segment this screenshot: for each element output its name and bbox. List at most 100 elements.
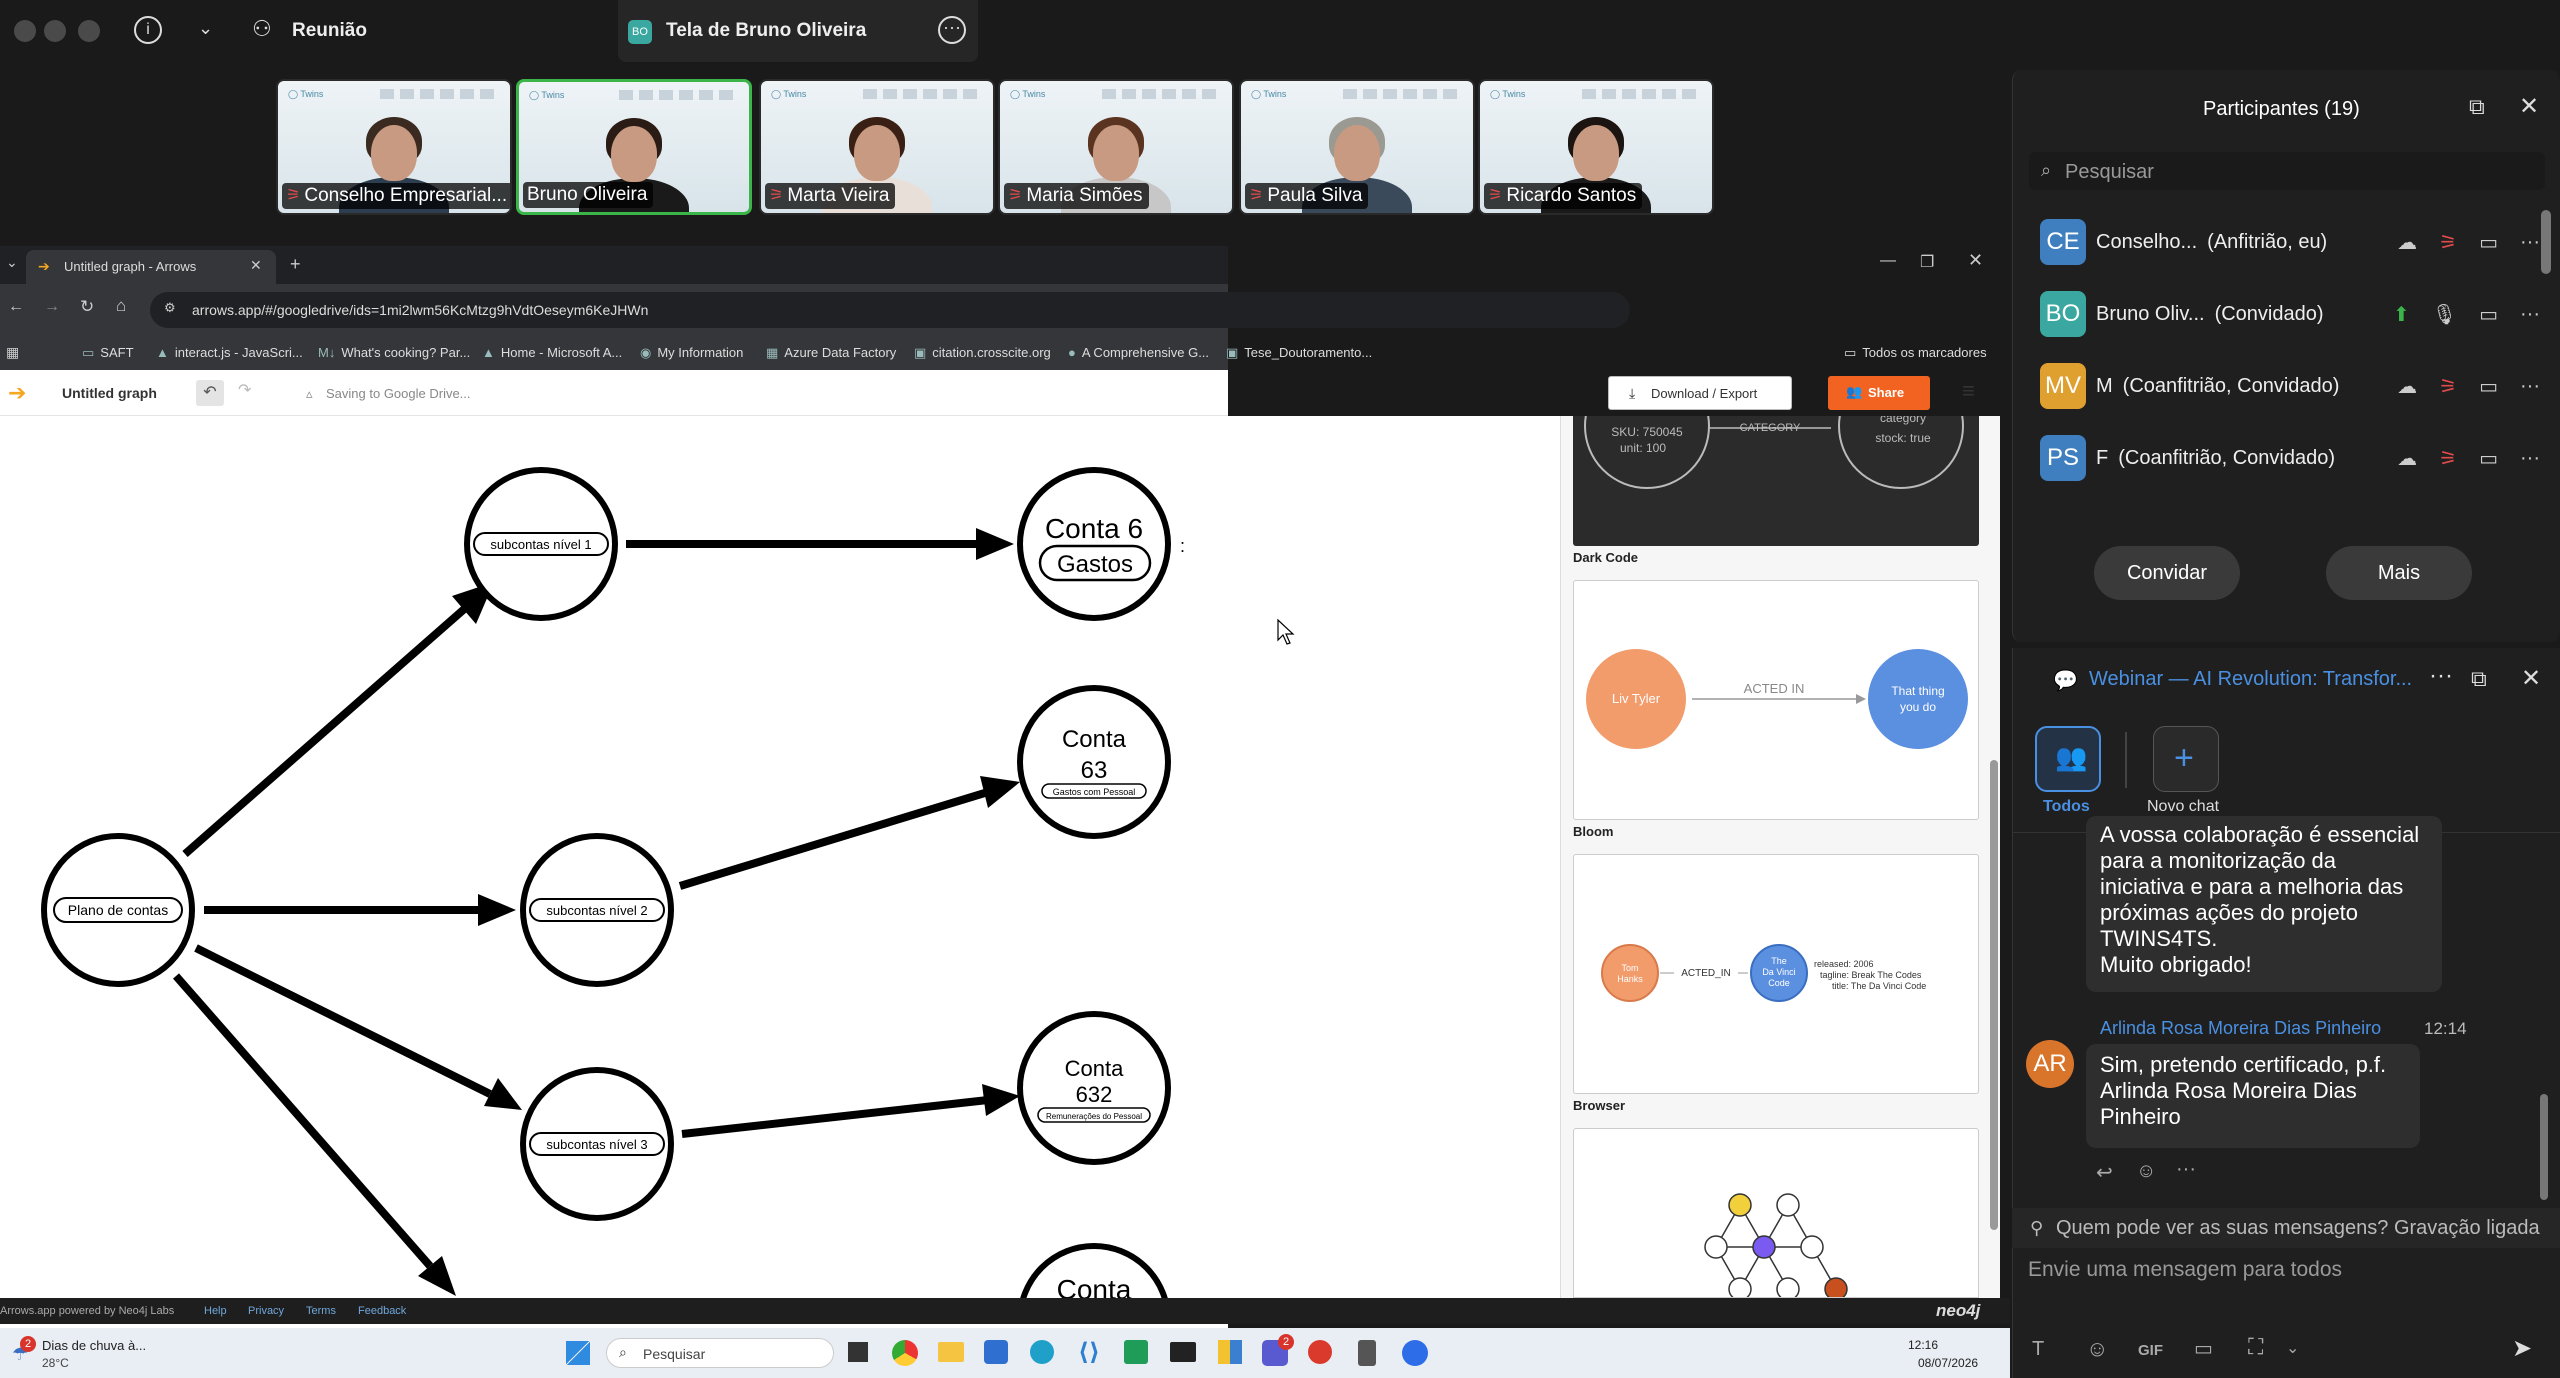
video-tile[interactable]: ◯ Twins ⚞ Marta Vieira [759, 79, 995, 215]
terminal-icon[interactable] [1170, 1342, 1196, 1362]
chat-more-icon[interactable]: ··· [2429, 662, 2453, 690]
close-participants-icon[interactable]: ✕ [2519, 92, 2539, 121]
send-icon[interactable]: ➤ [2512, 1334, 2532, 1363]
file-icon[interactable]: ▭ [2194, 1336, 2213, 1361]
apps-grid-icon[interactable]: ▦ [6, 344, 19, 361]
participants-search-input[interactable]: ⌕ Pesquisar [2029, 152, 2545, 190]
video-tile[interactable]: ◯ Twins ⚞ Conselho Empresarial... [276, 79, 512, 215]
video-off-icon[interactable]: ▭ [2479, 230, 2498, 255]
graph-title[interactable]: Untitled graph [62, 385, 157, 401]
store-icon[interactable] [984, 1340, 1008, 1364]
share-button[interactable]: 👥 Share [1828, 376, 1930, 410]
undo-icon[interactable]: ↶ [196, 380, 224, 406]
chat-scrollbar[interactable] [2540, 1094, 2548, 1200]
edge-icon[interactable] [1030, 1340, 1054, 1364]
back-icon[interactable]: ← [8, 298, 24, 316]
video-tile[interactable]: ◯ Twins ⚞ Paula Silva [1239, 79, 1475, 215]
text-format-icon[interactable]: T [2032, 1338, 2044, 1361]
message-more-icon[interactable]: ··· [2176, 1158, 2196, 1181]
task-view-icon[interactable] [848, 1342, 868, 1362]
bookmark-item[interactable]: ▭ SAFT [82, 345, 134, 361]
clock-time[interactable]: 12:16 [1908, 1338, 1938, 1352]
participant-row[interactable]: CE Conselho... (Anfitrião, eu) ☁ ⚞ ▭ ··· [2040, 212, 2540, 272]
chevron-down-icon[interactable]: ⌄ [198, 18, 213, 39]
info-icon[interactable]: i [134, 16, 162, 44]
home-icon[interactable]: ⌂ [116, 296, 126, 316]
relationship-sub1-c6[interactable] [626, 528, 1014, 560]
style-thumb-browser[interactable]: Tom Hanks ACTED_IN The Da Vinci Code rel… [1573, 854, 1979, 1094]
chrome-icon[interactable] [892, 1340, 918, 1366]
style-gallery-pane[interactable]: SKU: 750045 unit: 100 CATEGORY category … [1560, 363, 2000, 1301]
weather-title[interactable]: Dias de chuva à... [42, 1338, 146, 1353]
bookmark-item[interactable]: M↓ What's cooking? Par... [318, 345, 470, 360]
mic-muted-icon[interactable]: ⚞ [2439, 446, 2457, 471]
participant-more-icon[interactable]: ··· [2520, 231, 2540, 254]
window-restore-icon[interactable]: ❐ [1920, 252, 1934, 272]
address-bar[interactable]: ⚙ arrows.app/#/googledrive/ids=1mi2lwm56… [150, 292, 1630, 328]
chat-message-1[interactable]: A vossa colaboração é essencial para a mo… [2086, 816, 2442, 992]
participants-scrollbar[interactable] [2541, 210, 2551, 274]
mic-app-icon[interactable] [1358, 1340, 1376, 1366]
window-minimize-button[interactable] [44, 20, 66, 42]
browser-tab-active[interactable]: ➔ Untitled graph - Arrows ✕ [26, 250, 276, 284]
bookmark-item[interactable]: ▲ interact.js - JavaScri... [156, 345, 303, 360]
gif-icon[interactable]: GIF [2138, 1342, 2163, 1359]
window-maximize-button[interactable] [78, 20, 100, 42]
relationship-sub3-c632[interactable] [681, 1084, 1020, 1138]
bookmark-item[interactable]: ▣ Tese_Doutoramento... [1226, 345, 1372, 361]
tab-list-icon[interactable]: ⌄ [6, 254, 18, 271]
chevron-down-icon[interactable]: ⌄ [2286, 1338, 2299, 1358]
chat-sender-avatar[interactable]: AR [2026, 1040, 2074, 1088]
invite-button[interactable]: Convidar [2094, 546, 2240, 600]
style-thumb-bloom[interactable]: Liv Tyler ACTED IN That thing you do [1573, 580, 1979, 820]
redo-icon[interactable]: ↷ [238, 380, 251, 400]
footer-privacy-link[interactable]: Privacy [248, 1305, 284, 1317]
node-subcontas-3[interactable]: subcontas nível 3 [520, 1067, 674, 1221]
video-off-icon[interactable]: ▭ [2479, 374, 2498, 399]
participant-row[interactable]: PS F (Coanfitrião, Convidado) ☁ ⚞ ▭ ··· [2040, 428, 2540, 488]
bookmark-item[interactable]: ▦ Azure Data Factory [766, 345, 896, 361]
bookmark-item[interactable]: ▣ citation.crosscite.org [914, 345, 1051, 361]
relationship-sub2-c63[interactable] [678, 776, 1020, 890]
new-tab-icon[interactable]: + [290, 254, 301, 275]
style-pane-scrollbar[interactable] [1990, 760, 1998, 1230]
window-close-button[interactable] [14, 20, 36, 42]
video-tile[interactable]: ◯ Twins ⚞ Maria Simões [998, 79, 1234, 215]
powerbi-icon[interactable] [1218, 1340, 1242, 1364]
footer-terms-link[interactable]: Terms [306, 1305, 336, 1317]
participant-more-icon[interactable]: ··· [2520, 375, 2540, 398]
reload-icon[interactable]: ↻ [80, 297, 94, 317]
video-tile[interactable]: ◯ Twins Bruno Oliveira [516, 79, 752, 215]
bookmark-item[interactable]: ● A Comprehensive G... [1068, 345, 1209, 360]
participant-more-icon[interactable]: ··· [2520, 447, 2540, 470]
new-chat-button[interactable]: + [2153, 726, 2219, 792]
relationship-root-sub3[interactable] [194, 944, 522, 1110]
meeting-label[interactable]: Reunião [292, 20, 367, 42]
relationship-root-sub2[interactable] [204, 894, 516, 926]
chat-message-2[interactable]: Sim, pretendo certificado, p.f. Arlinda R… [2086, 1044, 2420, 1148]
participant-row[interactable]: BO Bruno Oliv... (Convidado) ⬆ 🎙 ▭ ··· [2040, 284, 2540, 344]
window-close-icon[interactable]: ✕ [1968, 250, 1983, 271]
node-subcontas-1[interactable]: subcontas nível 1 [464, 467, 618, 621]
all-bookmarks-folder[interactable]: ▭ Todos os marcadores [1844, 345, 1987, 361]
chat-sender-name[interactable]: Arlinda Rosa Moreira Dias Pinheiro [2100, 1018, 2381, 1039]
node-conta-6[interactable]: Conta 6 Gastos : [1017, 467, 1185, 621]
tab-close-icon[interactable]: ✕ [250, 257, 262, 274]
filter-all-button[interactable]: 👥 [2035, 726, 2101, 792]
hamburger-menu-icon[interactable]: ≡ [1962, 378, 1975, 404]
pdf-icon[interactable] [1308, 1340, 1332, 1364]
file-explorer-icon[interactable] [938, 1342, 964, 1362]
popout-icon[interactable]: ⧉ [2469, 94, 2485, 120]
bookmark-item[interactable]: ◉ My Information [640, 345, 743, 361]
vs-icon[interactable] [1124, 1340, 1148, 1364]
screenshot-icon[interactable]: ⛶ [2248, 1334, 2263, 1360]
footer-help-link[interactable]: Help [204, 1305, 227, 1317]
reply-icon[interactable]: ↩ [2096, 1160, 2113, 1185]
relationship-root-sub1[interactable] [182, 582, 494, 858]
style-thumb-dark-code[interactable]: SKU: 750045 unit: 100 CATEGORY category … [1573, 363, 1979, 546]
emoji-icon[interactable]: ☺ [2086, 1336, 2108, 1362]
node-conta-63[interactable]: Conta 63 Gastos com Pessoal [1017, 685, 1171, 839]
mic-muted-icon[interactable]: ⚞ [2439, 374, 2457, 399]
video-tile[interactable]: ◯ Twins ⚞ Ricardo Santos [1478, 79, 1714, 215]
chat-title[interactable]: Webinar — AI Revolution: Transfor... [2089, 668, 2412, 691]
